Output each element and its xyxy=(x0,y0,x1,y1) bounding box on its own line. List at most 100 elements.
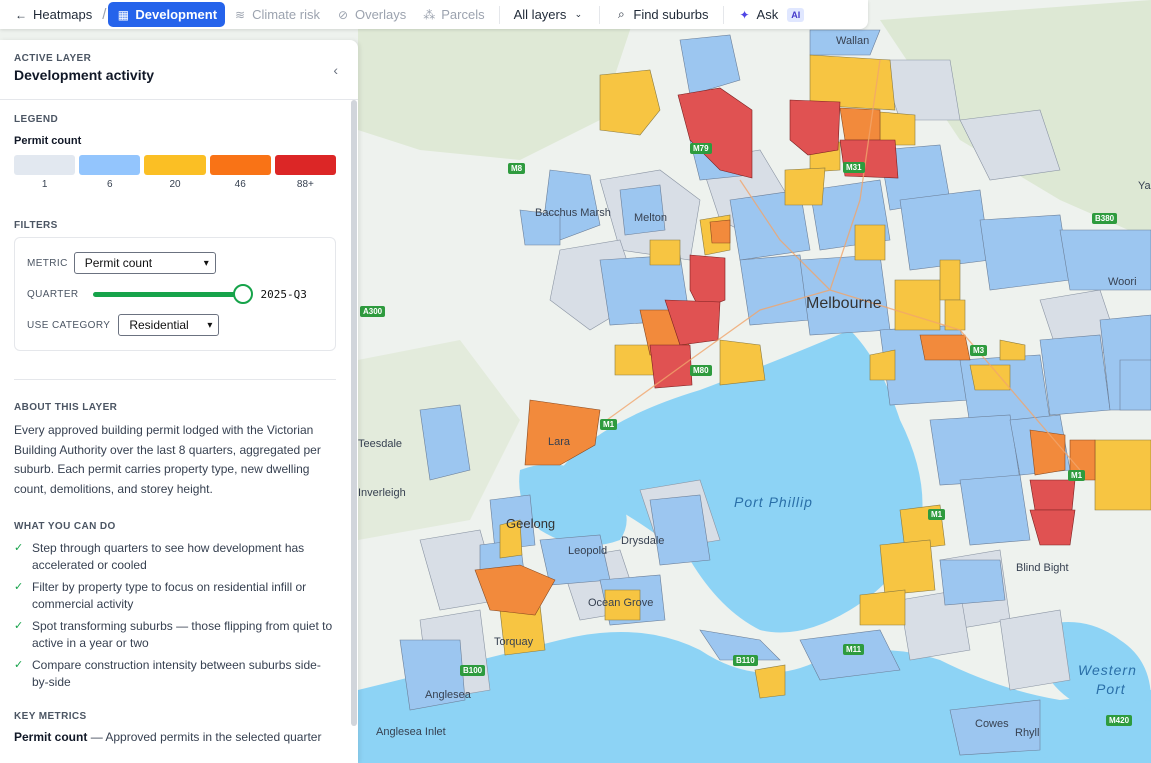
building-icon: ▦ xyxy=(117,7,130,22)
find-suburbs-button[interactable]: ⌕ Find suburbs xyxy=(606,2,716,27)
tab-label: Development xyxy=(135,7,218,22)
arrow-left-icon: ← xyxy=(15,7,27,22)
layer-panel: ACTIVE LAYER Development activity ‹ LEGE… xyxy=(0,40,358,763)
about-heading: ABOUT THIS LAYER xyxy=(14,402,118,413)
filters-heading: FILTERS xyxy=(14,220,58,231)
search-icon: ⌕ xyxy=(618,7,625,21)
road-badge: M80 xyxy=(690,365,712,376)
road-badge: M31 xyxy=(843,162,865,173)
can-do-heading: WHAT YOU CAN DO xyxy=(14,521,116,532)
map-label-port-phillip: Port Phillip xyxy=(734,494,813,510)
tab-label: Climate risk xyxy=(252,7,320,22)
about-text: Every approved building permit lodged wi… xyxy=(14,423,321,496)
road-badge: B110 xyxy=(733,655,758,666)
road-badge: M79 xyxy=(690,143,712,154)
map-label-leopold: Leopold xyxy=(568,545,608,557)
chevron-down-icon: ⌄ xyxy=(574,9,583,19)
map-label-torquay: Torquay xyxy=(494,636,534,648)
map-label-anglesea-inlet: Anglesea Inlet xyxy=(376,726,446,738)
tab-climate-risk[interactable]: ≋ Climate risk xyxy=(225,2,328,27)
active-layer-eyebrow: ACTIVE LAYER xyxy=(14,53,92,64)
road-badge: M420 xyxy=(1106,715,1133,726)
panel-scrollbar[interactable] xyxy=(351,100,357,726)
map-label-western: Western xyxy=(1078,662,1137,678)
key-metrics-heading: KEY METRICS xyxy=(14,711,87,722)
layers-label: All layers xyxy=(513,7,567,22)
map-label-melbourne: Melbourne xyxy=(806,295,882,312)
chevron-down-icon: ▾ xyxy=(207,319,213,331)
check-icon: ✓ xyxy=(14,581,24,593)
tab-development[interactable]: ▦ Development xyxy=(108,2,226,27)
quarter-value: 2025-Q3 xyxy=(260,287,307,301)
road-badge: M11 xyxy=(843,644,865,655)
map-label-anglesea: Anglesea xyxy=(425,689,471,701)
shapes-icon: ⁂ xyxy=(423,7,436,22)
legend-label: 6 xyxy=(107,179,113,190)
all-layers-dropdown[interactable]: All layers ⌄ xyxy=(506,2,594,27)
check-icon: ✓ xyxy=(14,659,24,671)
panel-scroll-area: LEGEND Permit count 1 6 20 46 88+ FILTER… xyxy=(0,101,350,763)
check-icon: ✓ xyxy=(14,620,24,632)
list-item-text: Step through quarters to see how develop… xyxy=(32,541,305,572)
toolbar-divider xyxy=(722,5,724,24)
waves-icon: ≋ xyxy=(235,7,246,22)
legend-swatch xyxy=(144,155,206,175)
section-divider xyxy=(14,379,336,380)
list-item-text: Spot transforming suburbs — those flippi… xyxy=(32,619,333,650)
metric-value: Permit count xyxy=(84,256,153,270)
collapse-panel-button[interactable]: ‹ xyxy=(333,62,338,78)
use-category-value: Residential xyxy=(129,318,189,332)
slider-thumb[interactable] xyxy=(232,284,253,304)
legend-swatch xyxy=(274,155,337,175)
map-label-melton: Melton xyxy=(634,212,668,224)
list-item-text: Compare construction intensity between s… xyxy=(32,658,321,689)
breadcrumb-separator: / xyxy=(102,6,107,23)
quarter-row: QUARTER 2025-Q3 xyxy=(27,280,323,308)
toolbar-divider xyxy=(599,5,601,24)
filters-box: METRIC Permit count ▾ QUARTER 2025-Q3 US… xyxy=(14,237,336,351)
road-badge: A300 xyxy=(360,306,386,317)
tab-label: Overlays xyxy=(354,7,407,22)
sparkles-icon: ✦ xyxy=(739,7,750,22)
metric-select[interactable]: Permit count ▾ xyxy=(73,252,216,274)
road-badge: M8 xyxy=(508,163,526,174)
map-label-ocean-grove: Ocean Grove xyxy=(588,597,654,609)
use-category-label: USE CATEGORY xyxy=(27,319,111,331)
map-label-wallan: Wallan xyxy=(836,35,870,47)
top-toolbar: ← Heatmaps / ▦ Development ≋ Climate ris… xyxy=(0,0,868,29)
tab-parcels[interactable]: ⁂ Parcels xyxy=(414,2,492,27)
road-badge: M3 xyxy=(970,345,988,356)
road-badge: B380 xyxy=(1092,213,1118,224)
ask-ai-button[interactable]: ✦ Ask AI xyxy=(730,2,813,27)
tab-overlays[interactable]: ⊘ Overlays xyxy=(328,2,414,27)
legend-label: 20 xyxy=(169,179,181,190)
legend-label: 46 xyxy=(234,179,246,190)
metric-description: — Approved permits in the selected quart… xyxy=(90,730,322,744)
tab-label: Parcels xyxy=(441,7,485,22)
back-to-heatmaps-link[interactable]: ← Heatmaps xyxy=(6,2,100,27)
use-category-select[interactable]: Residential ▾ xyxy=(118,314,220,336)
map-label-lara: Lara xyxy=(548,436,571,448)
road-badge: M1 xyxy=(600,419,618,430)
road-badge: M1 xyxy=(928,509,946,520)
ask-label: Ask xyxy=(756,7,779,22)
list-item-text: Filter by property type to focus on resi… xyxy=(32,580,307,611)
quarter-slider[interactable] xyxy=(92,284,253,304)
quarter-label: QUARTER xyxy=(27,288,79,300)
map-label-teesdale: Teesdale xyxy=(358,438,403,450)
legend-labels: 1 6 20 46 88+ xyxy=(14,179,336,190)
legend-heading: LEGEND xyxy=(14,114,59,125)
ai-badge: AI xyxy=(787,7,805,22)
panel-header: ACTIVE LAYER Development activity ‹ xyxy=(0,40,358,100)
can-do-list: ✓ Step through quarters to see how develo… xyxy=(14,540,336,691)
metric-label: METRIC xyxy=(27,257,68,269)
map-label-cowes: Cowes xyxy=(975,718,1009,730)
legend-subtitle: Permit count xyxy=(14,135,82,147)
metric-definition: Permit count — Approved permits in the s… xyxy=(14,729,336,746)
back-label: Heatmaps xyxy=(33,7,93,22)
legend-swatch xyxy=(14,155,76,175)
metric-row: METRIC Permit count ▾ xyxy=(27,249,323,277)
legend-swatch xyxy=(79,155,141,175)
map-label-bacchus-marsh: Bacchus Marsh xyxy=(535,207,611,219)
map-label-rhyll: Rhyll xyxy=(1015,727,1040,739)
